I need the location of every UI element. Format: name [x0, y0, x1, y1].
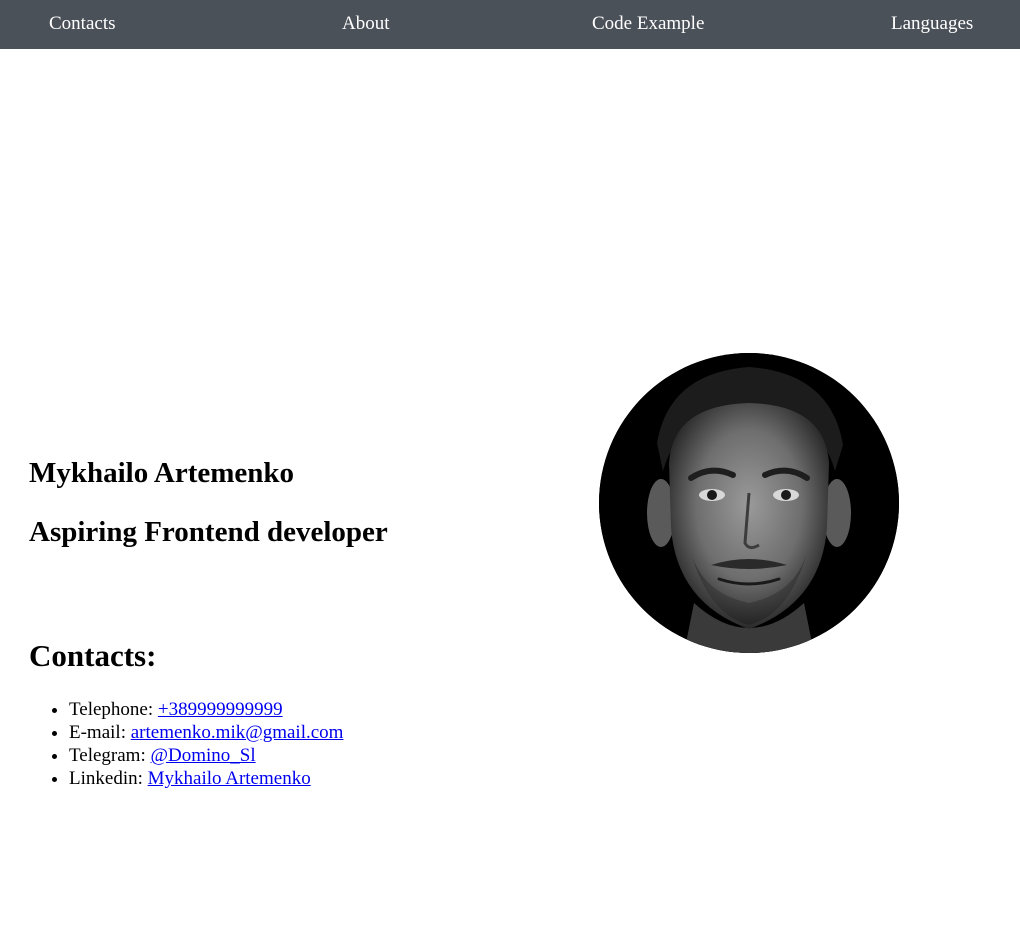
telegram-link[interactable]: @Domino_Sl — [151, 745, 256, 766]
nav-link-contacts[interactable]: Contacts — [49, 12, 116, 36]
contact-item-telegram: Telegram: @Domino_Sl — [69, 744, 343, 767]
contact-item-linkedin: Linkedin: Mykhailo Artemenko — [69, 767, 343, 790]
profile-photo — [599, 353, 899, 653]
contact-item-telephone: Telephone: +389999999999 — [69, 698, 343, 721]
nav-link-languages[interactable]: Languages — [891, 12, 973, 36]
contact-item-email: E-mail: artemenko.mik@gmail.com — [69, 721, 343, 744]
top-navbar: Contacts About Code Example Languages — [0, 0, 1020, 49]
contact-label: Linkedin: — [69, 768, 148, 789]
contact-label: Telephone: — [69, 699, 158, 720]
portrait-icon — [599, 353, 899, 653]
nav-link-about[interactable]: About — [342, 12, 390, 36]
contacts-list: Telephone: +389999999999 E-mail: artemen… — [29, 698, 343, 790]
contact-label: Telegram: — [69, 745, 151, 766]
contact-label: E-mail: — [69, 722, 131, 743]
contacts-heading: Contacts: — [29, 638, 157, 673]
telephone-link[interactable]: +389999999999 — [158, 699, 283, 720]
linkedin-link[interactable]: Mykhailo Artemenko — [148, 768, 311, 789]
profile-name: Mykhailo Artemenko — [29, 457, 295, 489]
profile-role: Aspiring Frontend developer — [29, 516, 388, 548]
email-link[interactable]: artemenko.mik@gmail.com — [131, 722, 344, 743]
nav-link-code-example[interactable]: Code Example — [592, 12, 704, 36]
